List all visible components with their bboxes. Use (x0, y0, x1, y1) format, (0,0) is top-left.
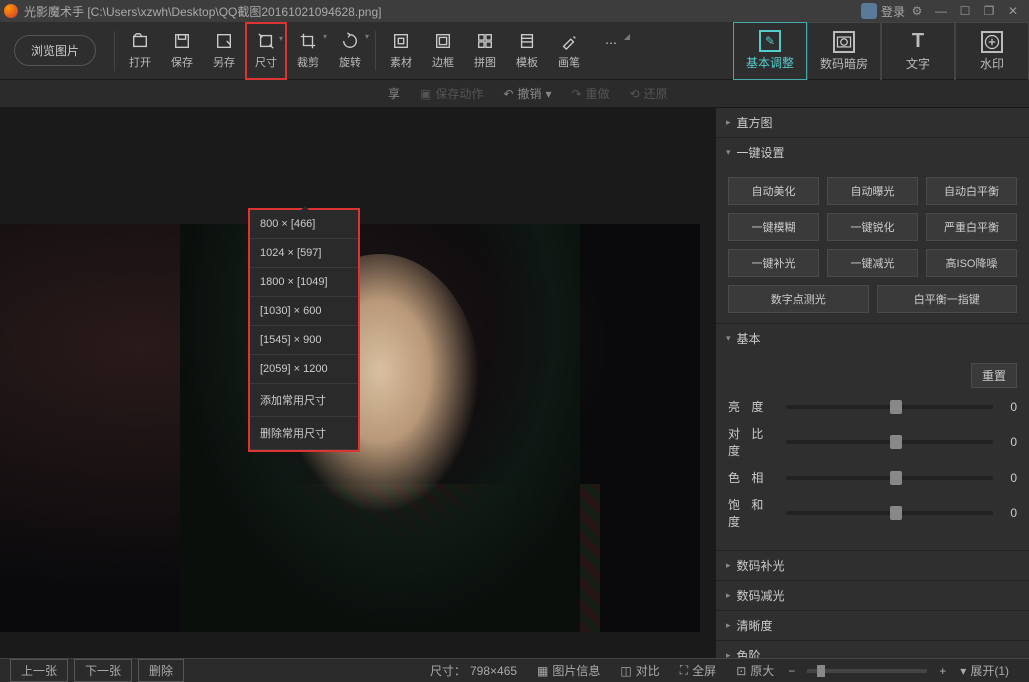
brightness-slider[interactable] (786, 405, 993, 409)
delete-custom-size[interactable]: 删除常用尺寸 (250, 417, 358, 450)
text-icon: T (907, 31, 929, 53)
basic-adjust-icon: ✎ (759, 30, 781, 52)
section-oneclick[interactable]: ▾一键设置 (716, 138, 1029, 167)
template-icon (518, 32, 536, 50)
fill-light-button[interactable]: 一键补光 (728, 249, 819, 277)
more-button[interactable]: ⋯ ◢ (590, 22, 632, 80)
size-option[interactable]: 1800 × [1049] (250, 268, 358, 297)
size-icon (257, 32, 275, 50)
tab-watermark[interactable]: 水印 (955, 22, 1029, 80)
brush-icon (560, 32, 578, 50)
main-toolbar: 浏览图片 打开 保存 另存 尺寸▾ 裁剪▾ 旋转▾ 素材 边框 拼图 模板 画笔… (0, 22, 1029, 80)
section-histogram[interactable]: ▸直方图 (716, 108, 1029, 137)
tab-text[interactable]: T文字 (881, 22, 955, 80)
section-reduce-light[interactable]: ▸数码减光 (716, 581, 1029, 610)
watermark-icon (981, 31, 1003, 53)
size-button[interactable]: 尺寸▾ (245, 22, 287, 80)
brush-button[interactable]: 画笔 (548, 22, 590, 80)
oneclick-blur-button[interactable]: 一键模糊 (728, 213, 819, 241)
darkroom-icon (833, 31, 855, 53)
collage-button[interactable]: 拼图 (464, 22, 506, 80)
login-avatar-icon[interactable] (861, 3, 877, 19)
add-custom-size[interactable]: 添加常用尺寸 (250, 384, 358, 417)
save-action-button[interactable]: ▣ 保存动作 (420, 85, 483, 102)
material-button[interactable]: 素材 (380, 22, 422, 80)
size-dropdown-menu: 800 × [466] 1024 × [597] 1800 × [1049] [… (248, 208, 360, 452)
adjustments-panel: ▸直方图 ▾一键设置 自动美化 自动曝光 自动白平衡 一键模糊 一键锐化 严重白… (715, 108, 1029, 678)
title-bar: 光影魔术手 [C:\Users\xzwh\Desktop\QQ截图2016102… (0, 0, 1029, 22)
save-button[interactable]: 保存 (161, 22, 203, 80)
image-info-button[interactable]: ▦ 图片信息 (537, 662, 600, 679)
rotate-icon (341, 32, 359, 50)
high-iso-denoise-button[interactable]: 高ISO降噪 (926, 249, 1017, 277)
more-icon: ⋯ (602, 34, 620, 52)
save-as-button[interactable]: 另存 (203, 22, 245, 80)
saturation-slider[interactable] (786, 511, 993, 515)
close-button[interactable]: ✕ (1001, 4, 1025, 18)
template-button[interactable]: 模板 (506, 22, 548, 80)
hue-slider[interactable] (786, 476, 993, 480)
redo-button[interactable]: ↷ 重做 (571, 85, 609, 102)
size-option[interactable]: [1030] × 600 (250, 297, 358, 326)
chevron-down-icon: ▾ (279, 34, 283, 43)
size-option[interactable]: [2059] × 1200 (250, 355, 358, 384)
reduce-light-button[interactable]: 一键减光 (827, 249, 918, 277)
app-icon (4, 4, 18, 18)
login-link[interactable]: 登录 (881, 3, 905, 20)
tab-darkroom[interactable]: 数码暗房 (807, 22, 881, 80)
spot-meter-button[interactable]: 数字点测光 (728, 285, 869, 313)
crop-button[interactable]: 裁剪▾ (287, 22, 329, 80)
undo-button[interactable]: ↶ 撤销 ▾ (503, 85, 551, 102)
reset-button[interactable]: 重置 (971, 363, 1017, 388)
rotate-button[interactable]: 旋转▾ (329, 22, 371, 80)
wb-onekey-button[interactable]: 白平衡一指键 (877, 285, 1018, 313)
saturation-slider-row: 饱 和 度 0 (728, 496, 1017, 530)
window-title: 光影魔术手 [C:\Users\xzwh\Desktop\QQ截图2016102… (24, 3, 382, 20)
border-button[interactable]: 边框 (422, 22, 464, 80)
browse-images-button[interactable]: 浏览图片 (14, 35, 96, 66)
restore-button[interactable]: ❐ (977, 4, 1001, 18)
material-icon (392, 32, 410, 50)
auto-beautify-button[interactable]: 自动美化 (728, 177, 819, 205)
border-icon (434, 32, 452, 50)
tab-basic-adjust[interactable]: ✎基本调整 (733, 22, 807, 80)
section-fill-light[interactable]: ▸数码补光 (716, 551, 1029, 580)
maximize-button[interactable]: ☐ (953, 4, 977, 18)
minimize-button[interactable]: — (929, 4, 953, 18)
revert-button[interactable]: ⟲ 还原 (630, 85, 668, 102)
open-button[interactable]: 打开 (119, 22, 161, 80)
fullscreen-button[interactable]: ⛶ 全屏 (680, 662, 716, 679)
contrast-slider-row: 对 比 度 0 (728, 425, 1017, 459)
size-option[interactable]: [1545] × 900 (250, 326, 358, 355)
image-size-label: 尺寸：798×465 (430, 662, 517, 679)
delete-image-button[interactable]: 删除 (138, 659, 184, 682)
brightness-slider-row: 亮 度 0 (728, 398, 1017, 415)
open-icon (131, 32, 149, 50)
settings-icon[interactable]: ⚙ (905, 4, 929, 18)
crop-icon (299, 32, 317, 50)
auto-wb-button[interactable]: 自动白平衡 (926, 177, 1017, 205)
section-basic[interactable]: ▾基本 (716, 324, 1029, 353)
secondary-toolbar: 享 ▣ 保存动作 ↶ 撤销 ▾ ↷ 重做 ⟲ 还原 (0, 80, 1029, 108)
share-button[interactable]: 享 (388, 85, 400, 102)
save-icon (173, 32, 191, 50)
expand-panel-button[interactable]: ▾ 展开(1) (960, 662, 1009, 679)
size-option[interactable]: 800 × [466] (250, 210, 358, 239)
compare-button[interactable]: ◫ 对比 (620, 662, 659, 679)
next-image-button[interactable]: 下一张 (74, 659, 132, 682)
auto-exposure-button[interactable]: 自动曝光 (827, 177, 918, 205)
zoom-slider[interactable] (807, 669, 927, 673)
strict-wb-button[interactable]: 严重白平衡 (926, 213, 1017, 241)
contrast-slider[interactable] (786, 440, 993, 444)
hue-slider-row: 色 相 0 (728, 469, 1017, 486)
original-size-button[interactable]: ⊡ 原大 (736, 662, 774, 679)
section-clarity[interactable]: ▸清晰度 (716, 611, 1029, 640)
save-as-icon (215, 32, 233, 50)
collage-icon (476, 32, 494, 50)
prev-image-button[interactable]: 上一张 (10, 659, 68, 682)
oneclick-sharpen-button[interactable]: 一键锐化 (827, 213, 918, 241)
canvas-area[interactable]: 800 × [466] 1024 × [597] 1800 × [1049] [… (0, 108, 715, 678)
status-bar: 上一张 下一张 删除 尺寸：798×465 ▦ 图片信息 ◫ 对比 ⛶ 全屏 ⊡… (0, 658, 1029, 682)
size-option[interactable]: 1024 × [597] (250, 239, 358, 268)
